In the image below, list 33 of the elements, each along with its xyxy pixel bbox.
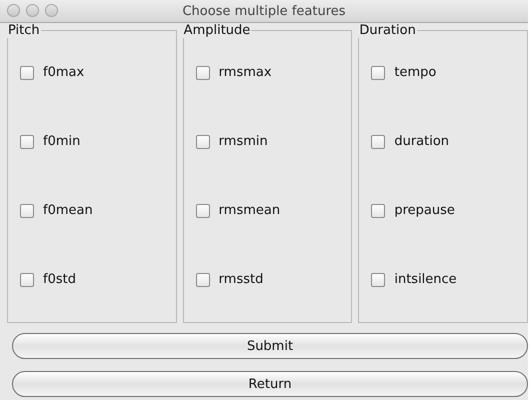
- close-button[interactable]: [7, 4, 20, 17]
- checkbox-label[interactable]: rmsmean: [218, 203, 280, 218]
- minimize-button[interactable]: [26, 4, 39, 17]
- checkbox[interactable]: [20, 272, 34, 286]
- checkbox[interactable]: [196, 272, 210, 286]
- checkbox-label[interactable]: intsilence: [394, 272, 457, 287]
- checkbox-label[interactable]: rmsmax: [218, 65, 272, 80]
- checkbox[interactable]: [371, 66, 386, 80]
- checkbox[interactable]: [20, 204, 34, 218]
- return-button[interactable]: Return: [12, 371, 528, 397]
- checkbox-label[interactable]: rmsmin: [218, 134, 268, 149]
- checkbox[interactable]: [371, 272, 386, 286]
- checkbox[interactable]: [20, 134, 34, 148]
- checkbox[interactable]: [371, 134, 386, 148]
- checkbox-label[interactable]: f0mean: [43, 203, 93, 218]
- checkbox-label[interactable]: rmsstd: [218, 272, 264, 287]
- checkbox[interactable]: [371, 204, 386, 218]
- checkbox[interactable]: [196, 66, 210, 80]
- checkbox-label[interactable]: f0min: [43, 134, 80, 149]
- checkbox-label[interactable]: tempo: [394, 65, 436, 80]
- checkbox-label[interactable]: f0max: [43, 65, 84, 80]
- checkbox[interactable]: [196, 134, 210, 148]
- zoom-button[interactable]: [45, 4, 58, 17]
- checkbox[interactable]: [196, 204, 210, 218]
- group-title: Pitch: [7, 23, 41, 38]
- submit-button[interactable]: Submit: [12, 333, 528, 359]
- group-title: Duration: [358, 23, 417, 38]
- group-title: Amplitude: [182, 23, 252, 38]
- checkbox-label[interactable]: f0std: [43, 272, 76, 287]
- window-title: Choose multiple features: [182, 4, 346, 18]
- checkbox-label[interactable]: duration: [394, 134, 450, 149]
- checkbox[interactable]: [20, 66, 34, 80]
- checkbox-label[interactable]: prepause: [394, 203, 455, 218]
